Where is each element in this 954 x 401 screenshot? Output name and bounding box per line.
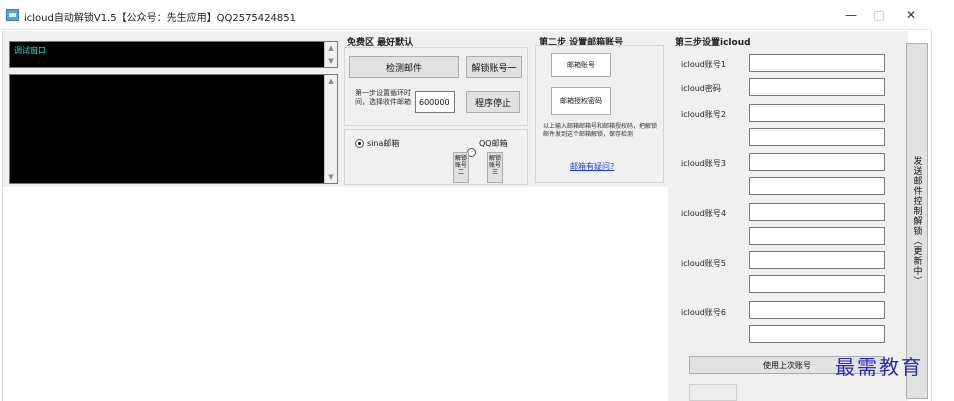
icloud-account1-label: icloud账号1: [681, 60, 726, 69]
radio-sina[interactable]: [355, 139, 364, 148]
interval-input[interactable]: 600000: [415, 91, 455, 113]
scroll-up-icon[interactable]: ▲: [325, 75, 337, 87]
detect-mail-button[interactable]: 检测邮件: [349, 56, 459, 78]
icloud-account5-input[interactable]: [749, 251, 885, 269]
disabled-button: [689, 384, 737, 401]
unlock-account-three-button[interactable]: 解锁账号三: [487, 152, 503, 183]
icloud-account3-input[interactable]: [749, 153, 885, 171]
window-title: icloud自动解锁V1.5【公众号：先生应用】QQ2575424851: [24, 13, 296, 24]
icloud-account3-label: icloud账号3: [681, 159, 726, 168]
app-icon: [6, 9, 19, 21]
icloud-password4-input[interactable]: [749, 227, 885, 245]
icloud-account2-label: icloud账号2: [681, 110, 726, 119]
minimize-button[interactable]: —: [836, 4, 866, 26]
email-account-button[interactable]: 邮箱账号: [551, 53, 611, 77]
unlock-account-two-button[interactable]: 解锁账号二: [453, 152, 469, 183]
title-bar: icloud自动解锁V1.5【公众号：先生应用】QQ2575424851 — □…: [0, 0, 932, 30]
radio-sina-label[interactable]: sina邮箱: [367, 138, 399, 149]
debug-console-top[interactable]: 调试窗口 ▲ ▼: [9, 41, 338, 68]
icloud-password3-input[interactable]: [749, 177, 885, 195]
icloud-password-label: icloud密码: [681, 84, 721, 93]
email-help-link[interactable]: 邮箱有疑问?: [570, 161, 614, 172]
watermark-logo: 最需教育: [835, 355, 923, 379]
stop-program-button[interactable]: 程序停止: [466, 91, 520, 113]
unlock-account-one-button[interactable]: 解锁账号一: [466, 56, 522, 78]
client-area: 调试窗口 ▲ ▼ ▲ ▼ 免费区 最好默认 检测邮件 解锁账号一 第一步设置循环…: [2, 31, 932, 401]
icloud-account2-input[interactable]: [749, 104, 885, 122]
scrollbar[interactable]: ▲ ▼: [324, 75, 337, 183]
radio-qq-label[interactable]: QQ邮箱: [479, 138, 508, 149]
scroll-up-icon[interactable]: ▲: [325, 42, 337, 54]
icloud-account6-input[interactable]: [749, 301, 885, 319]
icloud-account1-input[interactable]: [749, 54, 885, 72]
close-button[interactable]: ✕: [896, 4, 926, 26]
scrollbar[interactable]: ▲ ▼: [324, 42, 337, 67]
icloud-password6-input[interactable]: [749, 325, 885, 343]
send-mail-unlock-button[interactable]: 发送邮件控制解锁（更新中）: [906, 43, 928, 399]
debug-console-label: 调试窗口: [14, 46, 46, 55]
step2-note: 以上输入邮箱邮箱号和邮箱授权码，把解锁邮件发到这个邮箱解锁，保存检测: [543, 123, 658, 138]
interval-label: 第一步设置循环时间，选择收件邮箱: [355, 89, 411, 106]
step3-title: 第三步设置icloud: [675, 38, 751, 48]
scroll-down-icon[interactable]: ▼: [325, 55, 337, 67]
icloud-account4-input[interactable]: [749, 203, 885, 221]
scroll-down-icon[interactable]: ▼: [325, 171, 337, 183]
send-mail-unlock-label: 发送邮件控制解锁（更新中）: [911, 156, 922, 286]
icloud-password2-input[interactable]: [749, 128, 885, 146]
icloud-account5-label: icloud账号5: [681, 259, 726, 268]
email-auth-code-button[interactable]: 邮箱授权密码: [551, 87, 611, 115]
maximize-button[interactable]: □: [864, 4, 894, 26]
icloud-password5-input[interactable]: [749, 275, 885, 293]
log-console[interactable]: ▲ ▼: [9, 74, 338, 184]
icloud-account4-label: icloud账号4: [681, 209, 726, 218]
icloud-account6-label: icloud账号6: [681, 308, 726, 317]
icloud-password-input[interactable]: [749, 78, 885, 96]
